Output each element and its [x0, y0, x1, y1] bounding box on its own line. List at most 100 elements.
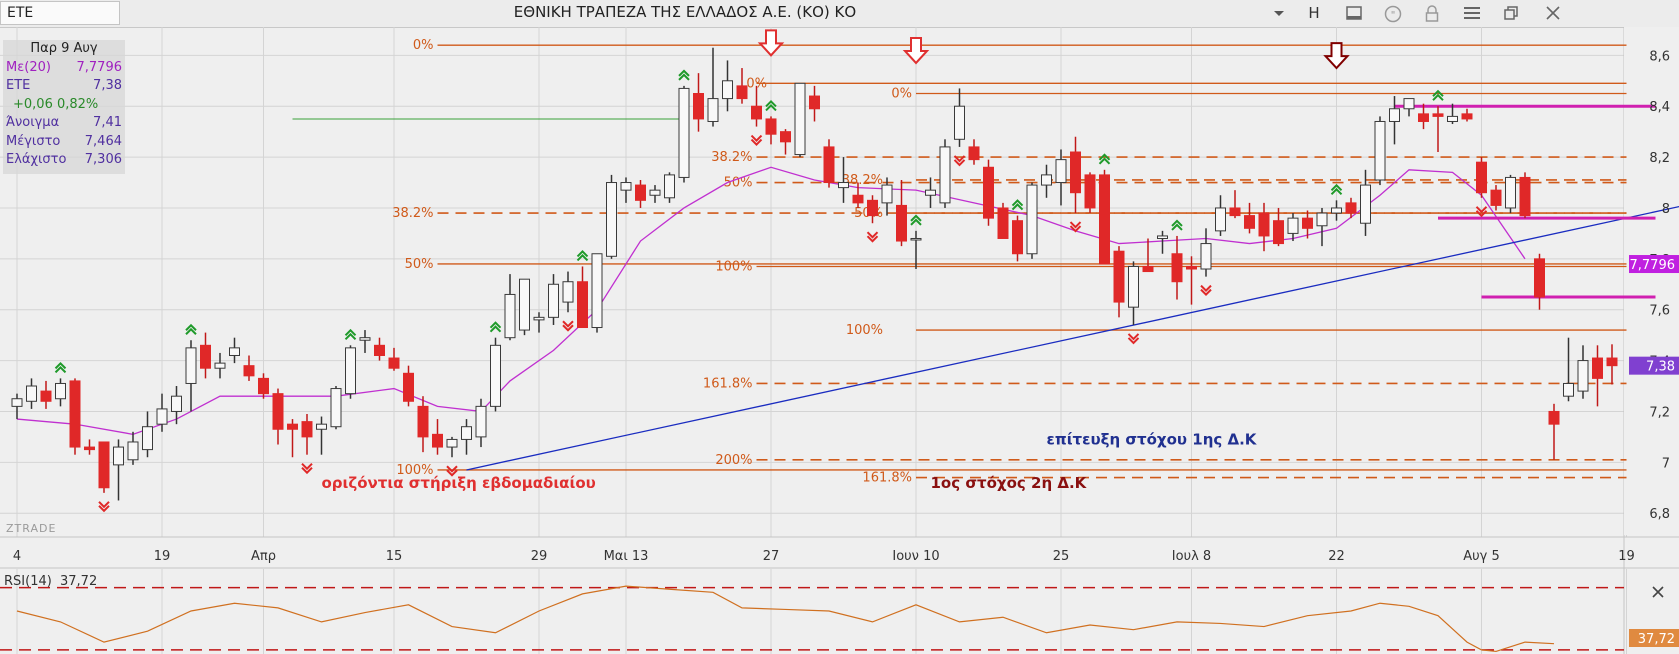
- info-change: +0,06 0,82%: [13, 96, 99, 112]
- candle-body: [1142, 265, 1154, 273]
- comment-icon[interactable]: ": [1376, 0, 1410, 27]
- candle-body: [1041, 174, 1052, 186]
- candle-body: [1534, 258, 1545, 298]
- candle-body: [1418, 113, 1429, 122]
- candle-body: [1229, 207, 1241, 217]
- candle-body: [243, 365, 255, 377]
- candle-body: [1026, 184, 1038, 255]
- x-tick-label: 27: [763, 549, 780, 564]
- candle-body: [388, 357, 400, 369]
- restore-icon[interactable]: [1494, 0, 1528, 27]
- candle-body: [1563, 382, 1574, 397]
- y-tick-label: 7,6: [1649, 304, 1670, 319]
- info-label-ma: Με(20): [6, 59, 51, 75]
- lock-icon[interactable]: [1415, 0, 1449, 27]
- info-label-low: Ελάχιστο: [6, 152, 67, 167]
- info-label-open: Άνοιγμα: [6, 115, 60, 130]
- y-tick-label: 6,8: [1649, 507, 1670, 522]
- period-selector[interactable]: H: [1297, 0, 1331, 27]
- x-tick-label: Ιουλ 8: [1172, 549, 1211, 564]
- candle-body: [1055, 159, 1067, 184]
- candle-body: [1186, 265, 1197, 270]
- x-tick-label: 25: [1053, 549, 1070, 564]
- candle-body: [780, 131, 791, 143]
- candle-body: [939, 146, 951, 204]
- price-chart[interactable]: 0%38.2%50%100%0%38.2%50%100%161.8%200%0%…: [0, 27, 1679, 654]
- candle-body: [794, 82, 806, 156]
- candle-body: [1548, 410, 1560, 425]
- info-value-price: 7,38: [93, 78, 122, 93]
- watermark: ZTRADE: [6, 522, 56, 535]
- candle-body: [1084, 174, 1096, 209]
- info-date: Παρ 9 Αυγ: [30, 41, 98, 56]
- candle-body: [649, 189, 661, 196]
- fib-level-label: 100%: [715, 259, 752, 274]
- candle-body: [809, 95, 820, 110]
- candle-body: [359, 337, 371, 341]
- candle-body: [693, 93, 704, 120]
- candle-body: [1519, 176, 1531, 217]
- fractal-up-marker: [185, 323, 197, 335]
- x-tick-label: 15: [386, 549, 403, 564]
- fractal-up-marker: [1098, 153, 1111, 165]
- candle-body: [229, 347, 240, 356]
- x-tick-label: Απρ: [251, 549, 276, 564]
- candle-body: [1331, 207, 1342, 214]
- candle-body: [1287, 217, 1299, 234]
- candle-body: [374, 344, 385, 356]
- candle-body: [765, 118, 777, 135]
- fractal-down-marker: [1127, 333, 1140, 345]
- fractal-down-marker: [866, 231, 879, 243]
- candle-body: [1374, 120, 1386, 181]
- fib-level-label: 100%: [846, 323, 883, 338]
- candle-body: [69, 380, 81, 448]
- candle-body: [330, 388, 342, 428]
- candle-body: [852, 194, 864, 204]
- rsi-tag-label: 37,72: [1638, 632, 1675, 647]
- candle-body: [214, 362, 226, 369]
- candle-body: [127, 441, 139, 461]
- candle-body: [606, 182, 617, 257]
- candle-body: [417, 405, 429, 438]
- candle-body: [84, 446, 95, 451]
- candle-body: [258, 377, 269, 395]
- candle-body: [504, 293, 516, 339]
- candle-body: [200, 344, 211, 369]
- candle-body: [562, 281, 574, 303]
- info-value-ma: 7,7796: [76, 59, 123, 75]
- candle-body: [1012, 220, 1023, 255]
- candle-body: [881, 184, 893, 204]
- candle-body: [1113, 250, 1125, 303]
- svg-text:": ": [1391, 10, 1396, 21]
- candle-body: [1490, 189, 1502, 206]
- candle-body: [577, 281, 588, 329]
- fractal-up-marker: [678, 69, 690, 81]
- window-icon[interactable]: [1337, 0, 1371, 27]
- info-value-high: 7,464: [84, 133, 122, 149]
- candle-body: [867, 199, 878, 217]
- fractal-up-marker: [344, 328, 357, 341]
- fractal-down-marker: [1200, 284, 1212, 297]
- rsi-label: RSI(14): [4, 574, 52, 589]
- x-tick-label: Αυγ 5: [1463, 549, 1500, 564]
- close-icon[interactable]: [1536, 0, 1570, 27]
- x-tick-label: Ιουν 10: [892, 549, 939, 564]
- fib-level-label: 38.2%: [392, 206, 433, 221]
- x-tick-label: 22: [1328, 549, 1345, 564]
- fractal-up-marker: [54, 361, 67, 374]
- candle-body: [446, 438, 458, 448]
- x-tick-label: 4: [13, 549, 21, 564]
- candle-body: [1592, 357, 1603, 379]
- candle-body: [113, 446, 124, 466]
- candle-body: [664, 174, 675, 199]
- menu-icon[interactable]: [1455, 0, 1489, 27]
- chevron-down-icon[interactable]: [1262, 0, 1296, 27]
- info-label-symbol: ΕΤΕ: [6, 78, 31, 93]
- rsi-value-label: 37,72: [60, 574, 97, 589]
- arrow-down-icon: [1323, 42, 1350, 70]
- candle-body: [1258, 212, 1270, 237]
- info-value-low: 7,306: [84, 152, 122, 167]
- symbol-input[interactable]: ΕΤΕ: [0, 1, 120, 25]
- candle-body: [1606, 357, 1618, 367]
- fib-level-label: 50%: [405, 257, 434, 272]
